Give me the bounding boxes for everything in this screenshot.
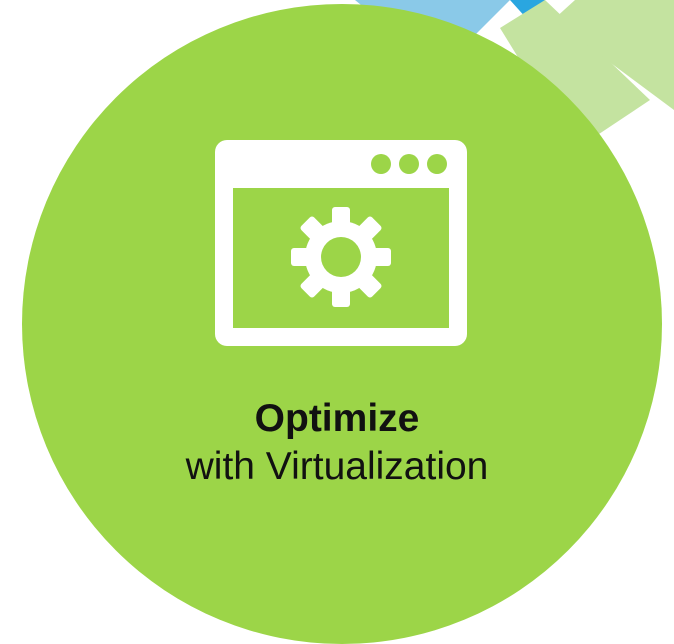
browser-window-gear-icon	[215, 140, 467, 346]
tile-subtitle: with Virtualization	[185, 445, 489, 488]
slide-tile: Optimize with Virtualization	[0, 0, 674, 644]
tile-title: Optimize	[254, 397, 420, 440]
